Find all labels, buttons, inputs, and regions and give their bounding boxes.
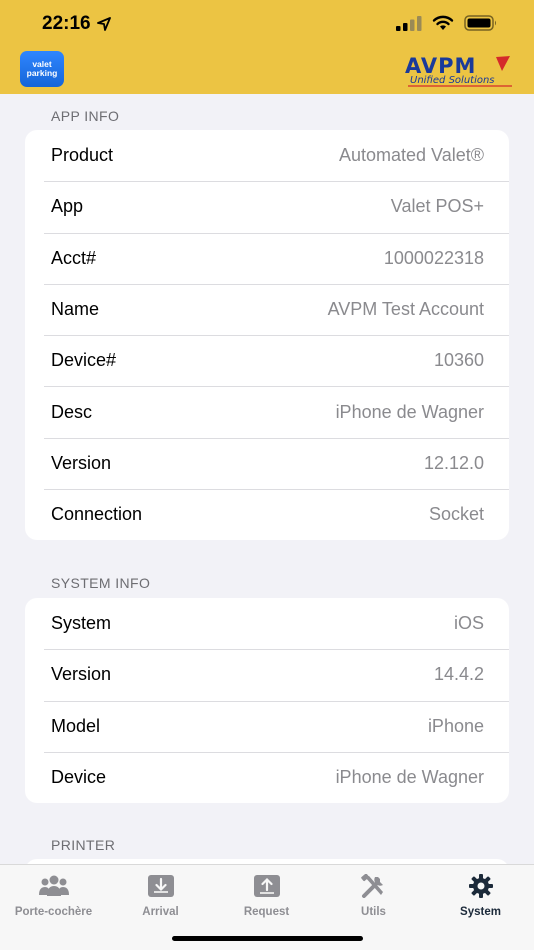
row-value: 14.4.2 — [433, 664, 484, 685]
app-info-row-acct: Acct# 1000022318 — [25, 232, 509, 284]
battery-icon — [464, 15, 496, 31]
row-label: Name — [51, 299, 100, 320]
row-label: Acct# — [51, 247, 97, 268]
app-header: 22:16 valet parking AVPM Unified Solutio… — [0, 0, 534, 94]
gear-icon — [468, 874, 493, 898]
tab-porte-cochere[interactable]: Porte-cochère — [0, 873, 107, 918]
app-info-row-device-number: Device# 10360 — [25, 335, 509, 386]
avpm-brand-logo: AVPM Unified Solutions — [404, 53, 516, 87]
row-value: Socket — [428, 504, 484, 525]
status-indicators — [396, 15, 498, 31]
status-time: 22:16 — [42, 13, 111, 35]
row-label: Connection — [51, 504, 143, 525]
tab-system[interactable]: System — [427, 873, 534, 918]
row-value: iPhone de Wagner — [335, 401, 484, 422]
app-info-section-title: APP INFO — [51, 108, 120, 124]
app-info-row-version: Version 12.12.0 — [25, 437, 509, 489]
tab-label: Request — [243, 906, 290, 918]
location-arrow-icon — [96, 17, 111, 31]
system-info-row-device: Device iPhone de Wagner — [25, 751, 509, 803]
app-info-row-name: Name AVPM Test Account — [25, 283, 509, 335]
row-label: Product — [51, 145, 114, 166]
row-value: Valet POS+ — [390, 196, 484, 217]
upload-icon — [253, 875, 280, 897]
row-value: 10360 — [433, 350, 484, 371]
tools-icon — [360, 874, 383, 898]
app-info-card: Product Automated Valet® App Valet POS+ … — [25, 130, 509, 541]
row-label: Model — [51, 715, 101, 736]
app-info-row-product: Product Automated Valet® — [25, 130, 509, 181]
tab-label: System — [460, 906, 501, 918]
people-icon — [38, 875, 69, 896]
tab-label: Porte-cochère — [14, 906, 93, 918]
system-info-card: System iOS Version 14.4.2 Model iPhone D… — [25, 598, 509, 804]
tab-label: Arrival — [142, 906, 179, 918]
tab-request[interactable]: Request — [213, 873, 320, 918]
row-label: Device — [51, 767, 107, 788]
system-info-scroll-view[interactable]: APP INFO Product Automated Valet® App Va… — [0, 94, 534, 864]
row-label: Desc — [51, 401, 93, 422]
brand-logo-tagline: Unified Solutions — [410, 75, 495, 86]
system-info-row-system: System iOS — [25, 598, 509, 649]
row-label: System — [51, 613, 112, 634]
printer-section-title: PRINTER — [51, 837, 116, 853]
row-label: Version — [51, 452, 112, 473]
row-value: iPhone de Wagner — [335, 767, 484, 788]
system-info-section-title: SYSTEM INFO — [51, 575, 151, 591]
app-info-row-app: App Valet POS+ — [25, 181, 509, 232]
row-label: Device# — [51, 350, 117, 371]
wifi-icon — [432, 15, 454, 30]
app-info-row-connection: Connection Socket — [25, 489, 509, 540]
app-info-row-desc: Desc iPhone de Wagner — [25, 386, 509, 437]
row-value: iPhone — [427, 715, 484, 736]
row-value: Automated Valet® — [338, 145, 484, 166]
home-indicator — [172, 936, 363, 941]
valet-parking-app-logo: valet parking — [20, 51, 64, 87]
cellular-signal-icon — [396, 16, 422, 31]
row-value: 12.12.0 — [423, 452, 484, 473]
system-info-row-model: Model iPhone — [25, 700, 509, 752]
tab-utils[interactable]: Utils — [320, 873, 427, 918]
download-icon — [147, 875, 174, 897]
row-value: 1000022318 — [383, 247, 484, 268]
status-time-text: 22:16 — [42, 13, 91, 34]
tab-label: Utils — [361, 906, 386, 918]
row-label: Version — [51, 664, 112, 685]
tab-arrival[interactable]: Arrival — [107, 873, 214, 918]
system-info-row-version: Version 14.4.2 — [25, 649, 509, 700]
row-value: AVPM Test Account — [327, 299, 484, 320]
row-label: App — [51, 196, 84, 217]
app-logo-line2: parking — [26, 68, 58, 78]
row-value: iOS — [453, 613, 484, 634]
